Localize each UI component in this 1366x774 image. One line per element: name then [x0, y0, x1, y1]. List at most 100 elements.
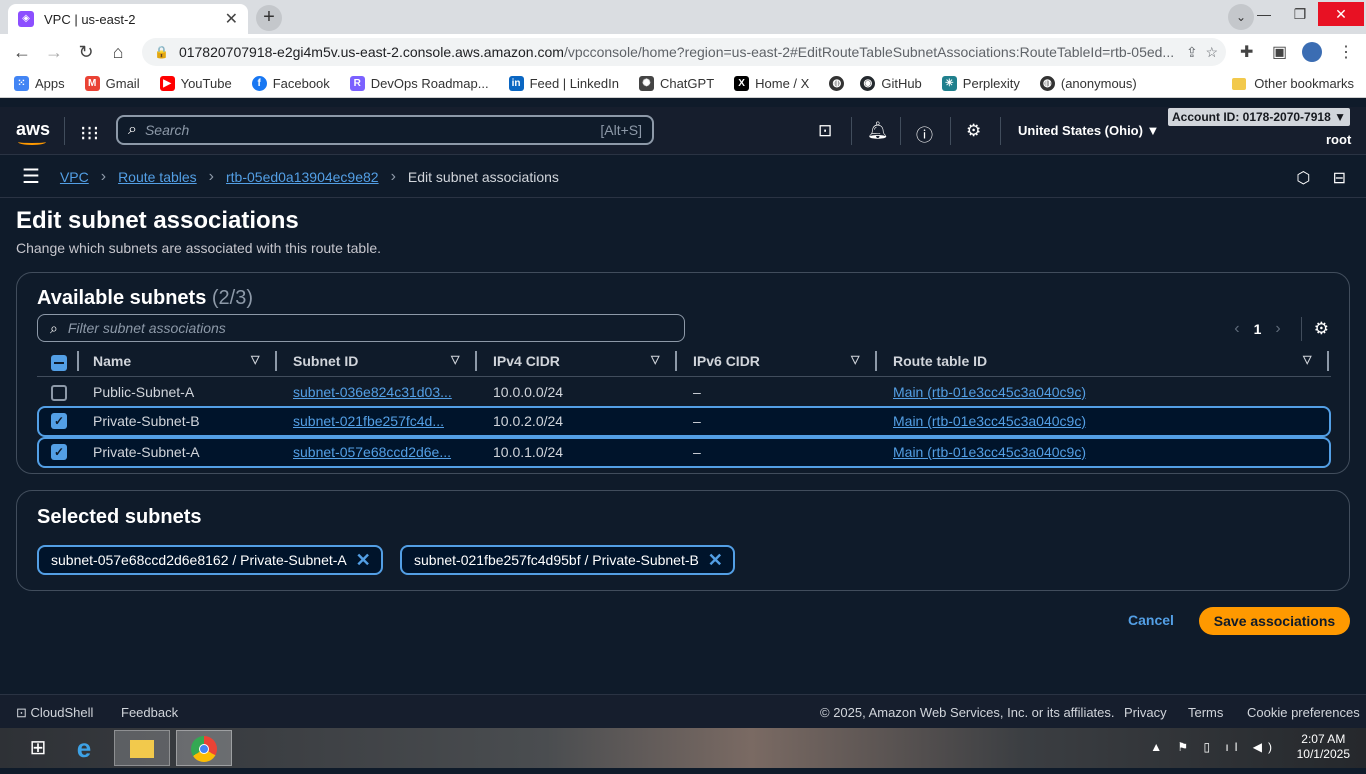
remove-token-icon[interactable]: ✕	[708, 547, 723, 573]
save-associations-button[interactable]: Save associations	[1199, 607, 1350, 635]
bookmark-chatgpt[interactable]: ✺ ChatGPT	[638, 76, 714, 91]
row-checkbox[interactable]: ✓	[51, 413, 67, 429]
bookmark-perplexity[interactable]: ✳ Perplexity	[941, 76, 1020, 91]
chevron-left-icon[interactable]: ‹	[1234, 320, 1239, 338]
internet-explorer-icon[interactable]: e	[56, 730, 112, 766]
breadcrumb-route-tables[interactable]: Route tables	[118, 169, 197, 185]
reload-icon[interactable]: ↻	[70, 42, 102, 63]
table-row[interactable]: ✓ Private-Subnet-A subnet-057e68ccd2d6e.…	[37, 437, 1331, 468]
select-all-checkbox[interactable]	[51, 355, 67, 371]
bookmark-github[interactable]: ◉ GitHub	[860, 76, 922, 91]
bookmark-anonymous[interactable]: ◍ (anonymous)	[1039, 76, 1137, 91]
facebook-icon: f	[251, 76, 267, 91]
subnet-id-link[interactable]: subnet-021fbe257fc4d...	[293, 413, 468, 429]
vpc-favicon-icon: ◈	[18, 11, 34, 27]
minimize-icon[interactable]: —	[1246, 6, 1282, 22]
ipv6-cidr: –	[693, 384, 701, 400]
breadcrumb-vpc[interactable]: VPC	[60, 169, 89, 185]
bookmark-youtube[interactable]: ▶ YouTube	[159, 76, 232, 91]
terms-link[interactable]: Terms	[1188, 705, 1223, 720]
clock[interactable]: 2:07 AM 10/1/2025	[1297, 732, 1350, 762]
close-window-icon[interactable]: ✕	[1318, 2, 1364, 26]
column-name[interactable]: Name	[93, 353, 131, 369]
breadcrumb-route-table-id[interactable]: rtb-05ed0a13904ec9e82	[226, 169, 379, 185]
gear-icon[interactable]: ⚙	[1314, 319, 1329, 339]
subnet-name: Public-Subnet-A	[93, 384, 195, 400]
selected-subnets-title: Selected subnets	[37, 506, 202, 528]
chrome-icon[interactable]	[176, 730, 232, 766]
bookmark-gmail[interactable]: M Gmail	[84, 76, 140, 91]
site-info-icon[interactable]: 🔒	[154, 45, 169, 59]
services-grid-icon[interactable]: ⁝⁝⁝	[80, 121, 99, 146]
row-checkbox[interactable]: ✓	[51, 444, 67, 460]
chevron-right-icon[interactable]: ›	[1275, 320, 1280, 338]
bookmark-x[interactable]: X Home / X	[734, 76, 809, 91]
filter-input[interactable]: ⌕ Filter subnet associations	[37, 314, 685, 342]
new-tab-button[interactable]: +	[256, 5, 282, 31]
row-checkbox[interactable]	[51, 385, 67, 401]
subnet-id-link[interactable]: subnet-036e824c31d03...	[293, 384, 468, 400]
url-bar[interactable]: 🔒 017820707918-e2gi4m5v.us-east-2.consol…	[142, 38, 1226, 66]
gear-icon[interactable]: ⚙	[966, 121, 981, 141]
column-route-table-id[interactable]: Route table ID	[893, 353, 987, 369]
browser-tab[interactable]: ◈ VPC | us-east-2 ✕	[8, 4, 248, 34]
sort-icon[interactable]: ▽	[651, 353, 659, 366]
search-icon: ⌕	[128, 121, 137, 138]
share-star-icons[interactable]: ⇪ ☆	[1186, 44, 1218, 61]
back-icon[interactable]: ←	[6, 42, 38, 63]
token-label: subnet-021fbe257fc4d95bf / Private-Subne…	[414, 552, 699, 568]
page-number[interactable]: 1	[1254, 321, 1262, 337]
close-tab-icon[interactable]: ✕	[225, 9, 238, 29]
forward-icon[interactable]: →	[38, 42, 70, 63]
file-explorer-icon[interactable]	[114, 730, 170, 766]
tab-title: VPC | us-east-2	[44, 11, 136, 27]
feedback-link[interactable]: Feedback	[121, 705, 178, 720]
route-table-link[interactable]: Main (rtb-01e3cc45c3a040c9c)	[893, 444, 1086, 460]
chrome-menu-icon[interactable]: ⋮	[1338, 42, 1354, 62]
bookmark-linkedin[interactable]: in Feed | LinkedIn	[508, 76, 619, 91]
bell-icon[interactable]: 🔔︎	[867, 121, 889, 141]
column-divider	[475, 351, 477, 371]
cancel-button[interactable]: Cancel	[1128, 612, 1174, 628]
sidepanel-icon[interactable]: ▣	[1272, 42, 1287, 62]
help-icon[interactable]: ⓘ	[916, 121, 933, 146]
sort-icon[interactable]: ▽	[851, 353, 859, 366]
table-row[interactable]: Public-Subnet-A subnet-036e824c31d03... …	[37, 377, 1331, 408]
cloudshell-link[interactable]: ⊡ CloudShell	[16, 705, 93, 721]
column-ipv6-cidr[interactable]: IPv6 CIDR	[693, 353, 760, 369]
user-menu[interactable]: root	[1326, 132, 1351, 147]
search-icon: ⌕	[50, 319, 58, 336]
extensions-icon[interactable]: ✚	[1240, 42, 1253, 62]
system-tray-icons[interactable]: ▲ ⚑ ▯ ıl ◀)	[1150, 740, 1278, 754]
bookmark-devops-roadmap[interactable]: R DevOps Roadmap...	[349, 76, 489, 91]
search-input[interactable]: ⌕ Search [Alt+S]	[116, 115, 654, 145]
bookmarks-bar: ⁙ Apps M Gmail ▶ YouTube f Facebook R DevOps …	[0, 70, 1366, 98]
subnet-id-link[interactable]: subnet-057e68ccd2d6e...	[293, 444, 468, 460]
remove-token-icon[interactable]: ✕	[356, 547, 371, 573]
column-ipv4-cidr[interactable]: IPv4 CIDR	[493, 353, 560, 369]
chevron-right-icon: ›	[390, 167, 396, 185]
feedback-icon[interactable]: ⊟	[1333, 170, 1346, 187]
hexagon-icon[interactable]: ⬡	[1296, 170, 1310, 187]
account-id-badge[interactable]: Account ID: 0178-2070-7918 ▼	[1168, 108, 1350, 126]
aws-logo[interactable]: aws	[16, 119, 50, 145]
region-selector[interactable]: United States (Ohio) ▼	[1018, 123, 1159, 138]
column-subnet-id[interactable]: Subnet ID	[293, 353, 358, 369]
route-table-link[interactable]: Main (rtb-01e3cc45c3a040c9c)	[893, 413, 1086, 429]
table-row[interactable]: ✓ Private-Subnet-B subnet-021fbe257fc4d.…	[37, 406, 1331, 437]
bookmark-globe[interactable]: ◍	[829, 76, 850, 91]
home-icon[interactable]: ⌂	[102, 42, 134, 63]
sort-icon[interactable]: ▽	[1303, 353, 1311, 366]
sort-icon[interactable]: ▽	[251, 353, 259, 366]
other-bookmarks[interactable]: Other bookmarks	[1232, 76, 1354, 91]
menu-icon[interactable]: ☰	[22, 164, 40, 189]
bookmark-apps[interactable]: ⁙ Apps	[14, 76, 65, 91]
profile-avatar[interactable]	[1302, 42, 1322, 62]
cookie-preferences-link[interactable]: Cookie preferences	[1247, 705, 1360, 720]
bookmark-facebook[interactable]: f Facebook	[251, 76, 330, 91]
privacy-link[interactable]: Privacy	[1124, 705, 1167, 720]
route-table-link[interactable]: Main (rtb-01e3cc45c3a040c9c)	[893, 384, 1086, 400]
sort-icon[interactable]: ▽	[451, 353, 459, 366]
restore-icon[interactable]: ❐	[1282, 6, 1318, 23]
cloudshell-icon[interactable]: ⊡	[818, 121, 832, 141]
